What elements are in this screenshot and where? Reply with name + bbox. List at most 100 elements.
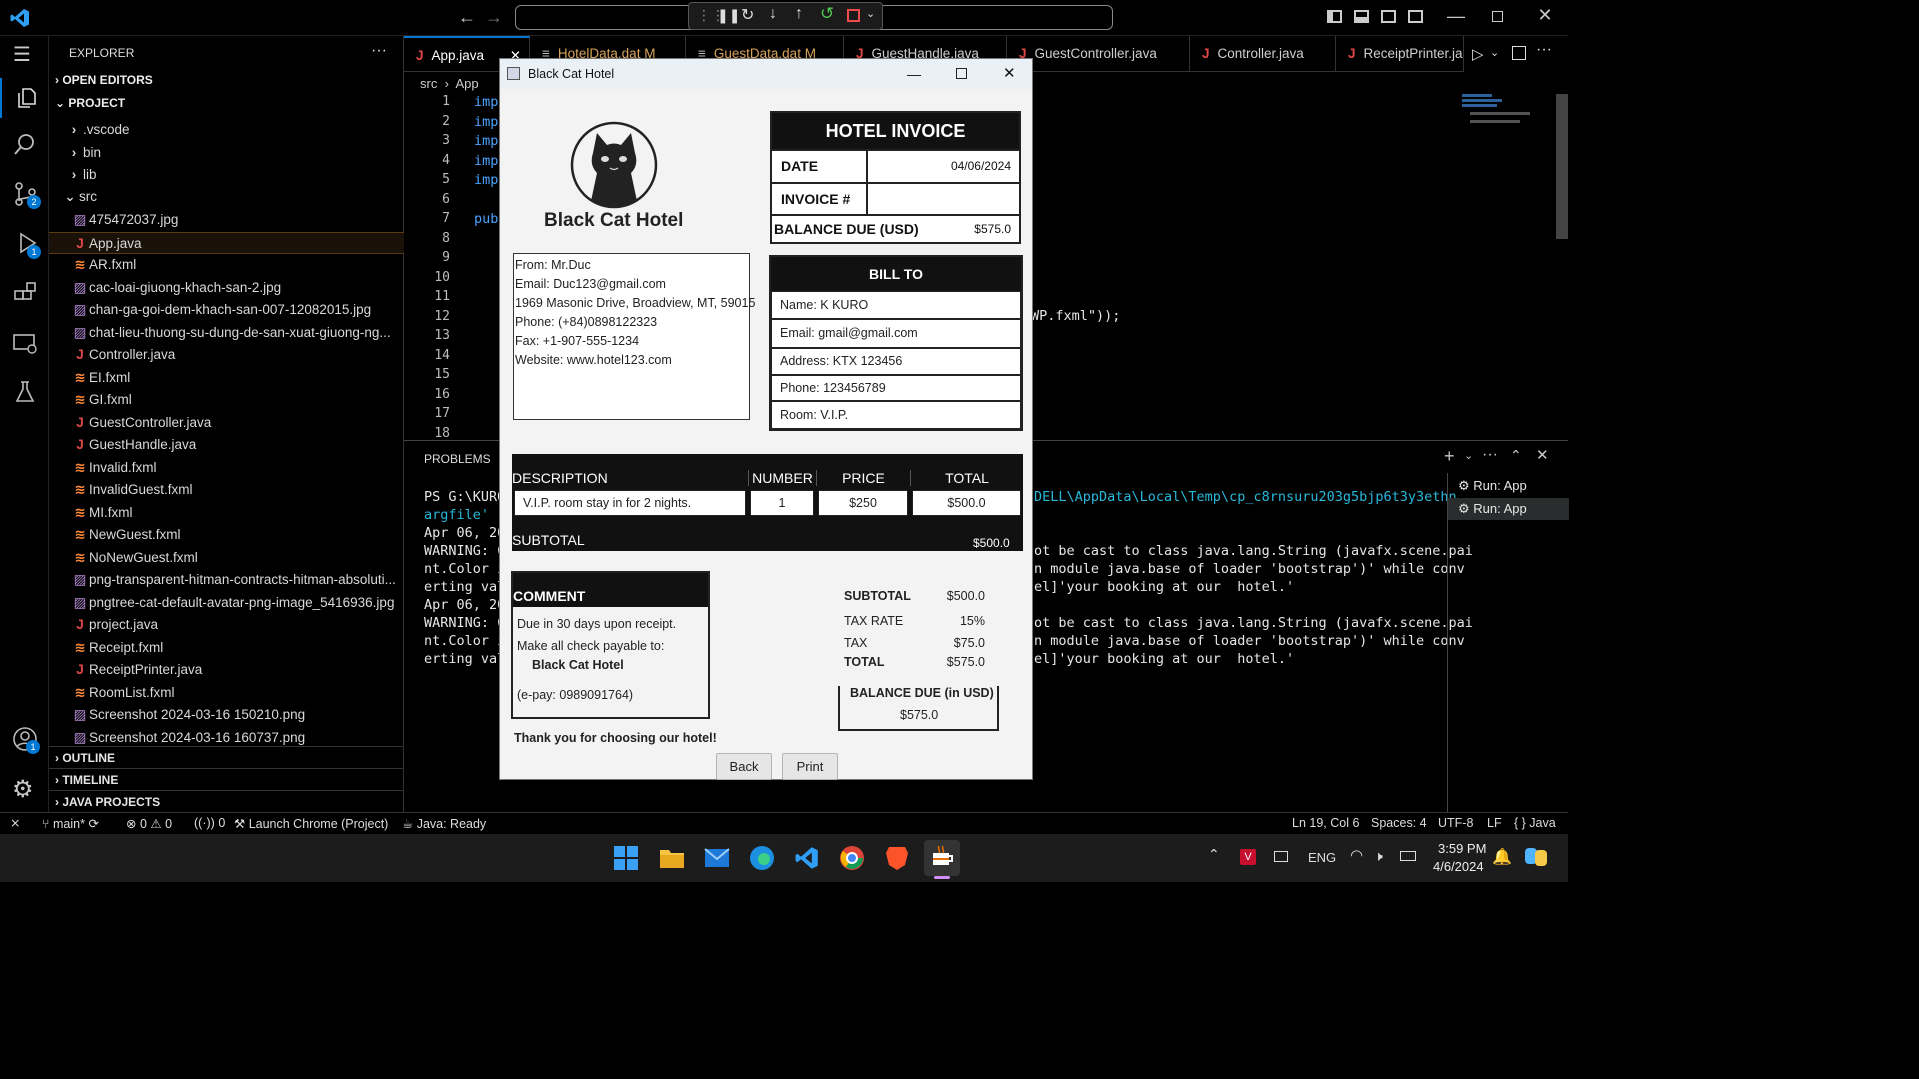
file-item[interactable]: ≋ GI.fxml [49,389,404,411]
launch-status[interactable]: ⚒ Launch Chrome (Project) [234,816,388,831]
editor-scrollbar[interactable] [1556,94,1568,239]
java-app-icon[interactable] [924,840,960,876]
java-status[interactable]: ☕ Java: Ready [402,816,486,831]
project-section[interactable]: ⌄ PROJECT [55,96,125,110]
clock-time[interactable]: 3:59 PM [1438,841,1486,856]
maximize-panel-icon[interactable]: ⌃ [1510,447,1522,464]
split-editor-icon[interactable] [1512,46,1526,60]
maximize-icon[interactable] [956,68,967,79]
battery-icon[interactable] [1400,851,1416,861]
explorer-more-icon[interactable]: ··· [371,42,387,60]
minimize-icon[interactable]: — [1446,6,1466,27]
toggle-panel-icon[interactable] [1354,10,1369,23]
back-arrow-icon[interactable]: ← [456,7,478,28]
search-icon[interactable] [12,132,38,163]
editor-tab[interactable]: J ReceiptPrinter.ja [1336,36,1464,71]
language-mode[interactable]: { } Java [1514,816,1556,830]
terminal-run-app-1[interactable]: ⚙ Run: App [1448,475,1569,497]
app-tray-icon[interactable]: V [1240,849,1256,865]
run-icon[interactable]: ▷ [1472,45,1484,63]
remote-explorer-icon[interactable] [12,331,38,362]
folder-item[interactable]: › bin [49,142,404,164]
folder-item[interactable]: ⌄ src [49,186,404,208]
file-item[interactable]: ▨ Screenshot 2024-03-16 150210.png [49,704,404,726]
clock-date[interactable]: 4/6/2024 [1433,859,1484,874]
file-item[interactable]: ≋ EI.fxml [49,367,404,389]
chevron-down-icon[interactable]: ⌄ [1464,449,1473,462]
branch-status[interactable]: ⑂ main* ⟳ [42,816,99,831]
java-projects-section[interactable]: › JAVA PROJECTS [49,790,404,812]
explorer-icon[interactable] [0,78,49,118]
cursor-position[interactable]: Ln 19, Col 6 [1292,816,1359,830]
close-icon[interactable]: ✕ [1535,5,1555,26]
add-terminal-icon[interactable]: + [1444,446,1455,467]
eol[interactable]: LF [1487,816,1502,830]
file-item[interactable]: ▨ png-transparent-hitman-contracts-hitman… [49,569,404,591]
gear-icon[interactable]: ⚙ [12,775,34,804]
remote-icon[interactable]: ⨯ [10,815,20,830]
file-item[interactable]: ▨ cac-loai-giuong-khach-san-2.jpg [49,277,404,299]
file-item[interactable]: J GuestHandle.java [49,434,404,456]
file-item[interactable]: ≋ NoNewGuest.fxml [49,547,404,569]
file-item[interactable]: ≋ NewGuest.fxml [49,524,404,546]
breadcrumb-file[interactable]: App [455,76,478,91]
folder-item[interactable]: › lib [49,164,404,186]
problems-status[interactable]: ⊗ 0 ⚠ 0 [126,816,172,831]
file-item[interactable]: Jproject.java [49,614,404,636]
file-item[interactable]: ≋ MI.fxml [49,502,404,524]
timeline-section[interactable]: › TIMELINE [49,768,404,790]
outline-section[interactable]: › OUTLINE [49,746,404,768]
open-editors-section[interactable]: › OPEN EDITORS [55,73,153,87]
file-item[interactable]: J GuestController.java [49,412,404,434]
panel-more-icon[interactable]: ··· [1482,446,1498,464]
vscode-taskbar-icon[interactable] [789,840,825,876]
pause-icon[interactable]: ❚❚ [717,7,740,24]
copilot-icon[interactable] [1523,844,1549,875]
editor-more-icon[interactable]: ··· [1536,41,1552,59]
chevron-down-icon[interactable]: ⌄ [866,7,875,20]
file-item[interactable]: ▨ 475472037.jpg [49,209,404,231]
file-item[interactable]: ≋ AR.fxml [49,254,404,276]
start-icon[interactable] [608,840,644,876]
display-icon[interactable] [1274,851,1288,862]
file-item[interactable]: J Controller.java [49,344,404,366]
customize-layout-icon[interactable] [1408,10,1423,23]
close-icon[interactable]: ✕ [1003,59,1016,89]
file-item[interactable]: ≋ RoomList.fxml [49,682,404,704]
chevron-up-icon[interactable]: ⌃ [1208,846,1220,863]
extensions-icon[interactable] [13,281,39,312]
step-out-icon[interactable]: ↑ [795,5,803,23]
minimize-icon[interactable]: — [907,59,921,89]
tab-problems[interactable]: PROBLEMS [424,452,491,466]
restart-icon[interactable]: ↺ [820,4,834,24]
language-indicator[interactable]: ENG [1308,850,1336,865]
folder-item[interactable]: › .vscode [49,119,404,141]
brave-icon[interactable] [879,840,915,876]
step-over-icon[interactable]: ↻ [741,5,754,25]
close-panel-icon[interactable]: ✕ [1536,446,1549,464]
accounts-icon[interactable]: 1 [12,726,40,757]
indentation[interactable]: Spaces: 4 [1371,816,1427,830]
file-item[interactable]: ▨ pngtree-cat-default-avatar-png-image_54… [49,592,404,614]
file-item[interactable]: J App.java [49,232,404,254]
editor-tab[interactable]: J Controller.java [1190,36,1336,71]
step-into-icon[interactable]: ↓ [769,5,777,23]
toggle-secondary-sidebar-icon[interactable] [1381,10,1396,23]
toggle-primary-sidebar-icon[interactable] [1327,10,1342,23]
file-item[interactable]: ≋ Invalid.fxml [49,457,404,479]
menu-icon[interactable]: ☰ [13,42,31,67]
file-item[interactable]: ≋ InvalidGuest.fxml [49,479,404,501]
chrome-icon[interactable] [834,840,870,876]
editor-tab[interactable]: J GuestController.java [1007,36,1190,71]
file-explorer-icon[interactable] [654,840,690,876]
file-item[interactable]: ▨ chat-lieu-thuong-su-dung-de-san-xuat-gi… [49,322,404,344]
back-button[interactable]: Back [716,753,772,780]
testing-icon[interactable] [14,380,36,409]
volume-icon[interactable]: 🕨 [1374,848,1383,865]
ports-status[interactable]: ((·)) 0 [194,816,225,830]
terminal-run-app-2[interactable]: ⚙ Run: App [1448,498,1569,520]
source-control-icon[interactable]: 2 [13,181,41,212]
print-button[interactable]: Print [782,753,838,780]
stop-icon[interactable] [847,9,860,22]
edge-icon[interactable] [744,840,780,876]
